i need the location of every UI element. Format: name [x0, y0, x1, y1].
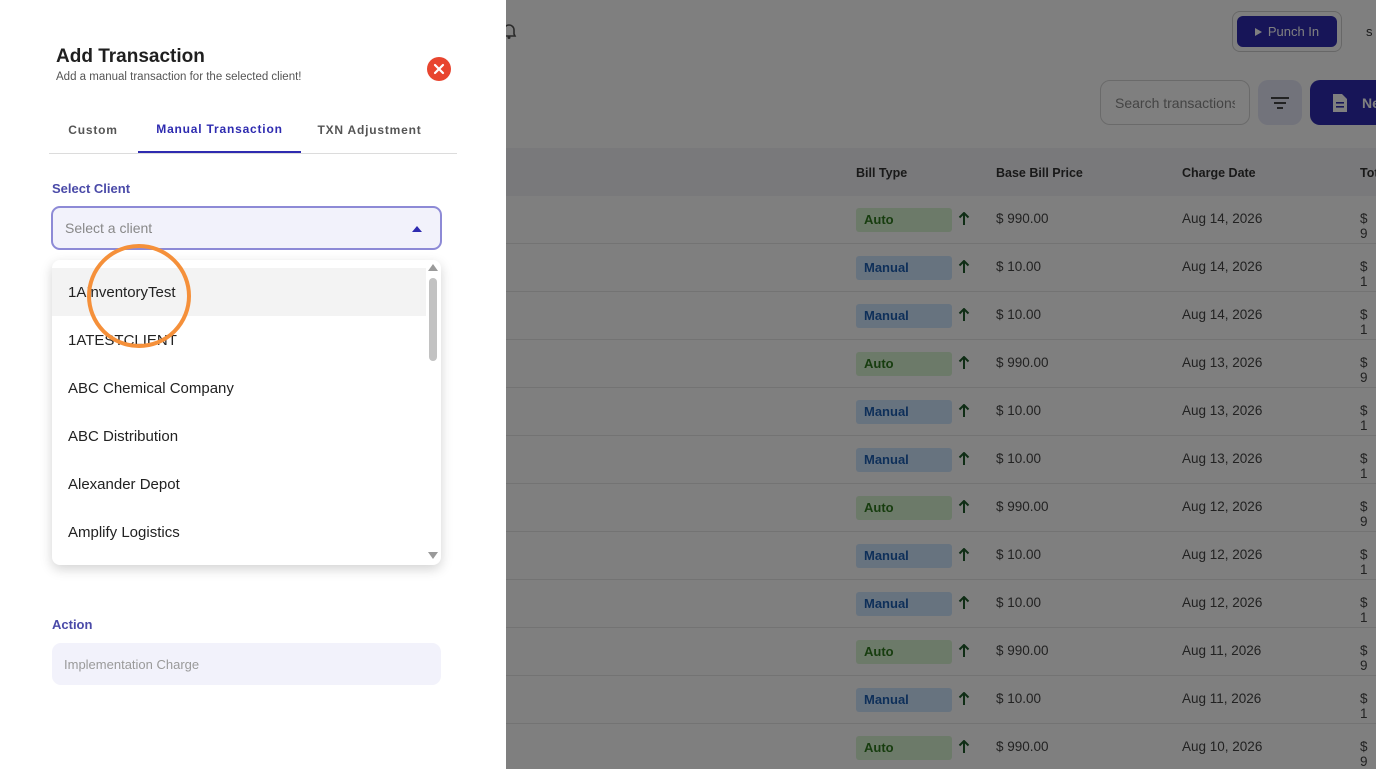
client-option[interactable]: ABC Chemical Company — [52, 364, 426, 412]
close-button[interactable] — [427, 57, 451, 81]
click-indicator — [87, 244, 191, 348]
close-icon — [433, 63, 445, 75]
transaction-type-tabs: Custom Manual Transaction TXN Adjustment — [49, 106, 457, 154]
scrollbar-thumb[interactable] — [429, 278, 437, 361]
tab-manual-transaction[interactable]: Manual Transaction — [138, 106, 301, 153]
tab-txn-adjustment[interactable]: TXN Adjustment — [301, 106, 438, 153]
client-option[interactable]: Amplify Logistics — [52, 508, 426, 556]
select-client-label: Select Client — [52, 181, 131, 196]
scroll-down-arrow[interactable] — [428, 552, 438, 559]
action-input[interactable] — [64, 656, 429, 672]
tab-custom[interactable]: Custom — [49, 106, 137, 153]
select-client-input[interactable] — [65, 220, 395, 236]
action-label: Action — [52, 617, 93, 632]
client-option[interactable]: ABC Distribution — [52, 412, 426, 460]
action-field[interactable] — [52, 643, 441, 685]
client-option[interactable]: Alexander Depot — [52, 460, 426, 508]
select-client-field[interactable] — [51, 206, 442, 250]
scroll-up-arrow[interactable] — [428, 264, 438, 271]
caret-up-icon[interactable] — [412, 226, 422, 232]
drawer-title: Add Transaction — [56, 46, 205, 67]
drawer-subtitle: Add a manual transaction for the selecte… — [56, 71, 302, 83]
add-transaction-drawer: Add Transaction Add a manual transaction… — [0, 0, 506, 769]
